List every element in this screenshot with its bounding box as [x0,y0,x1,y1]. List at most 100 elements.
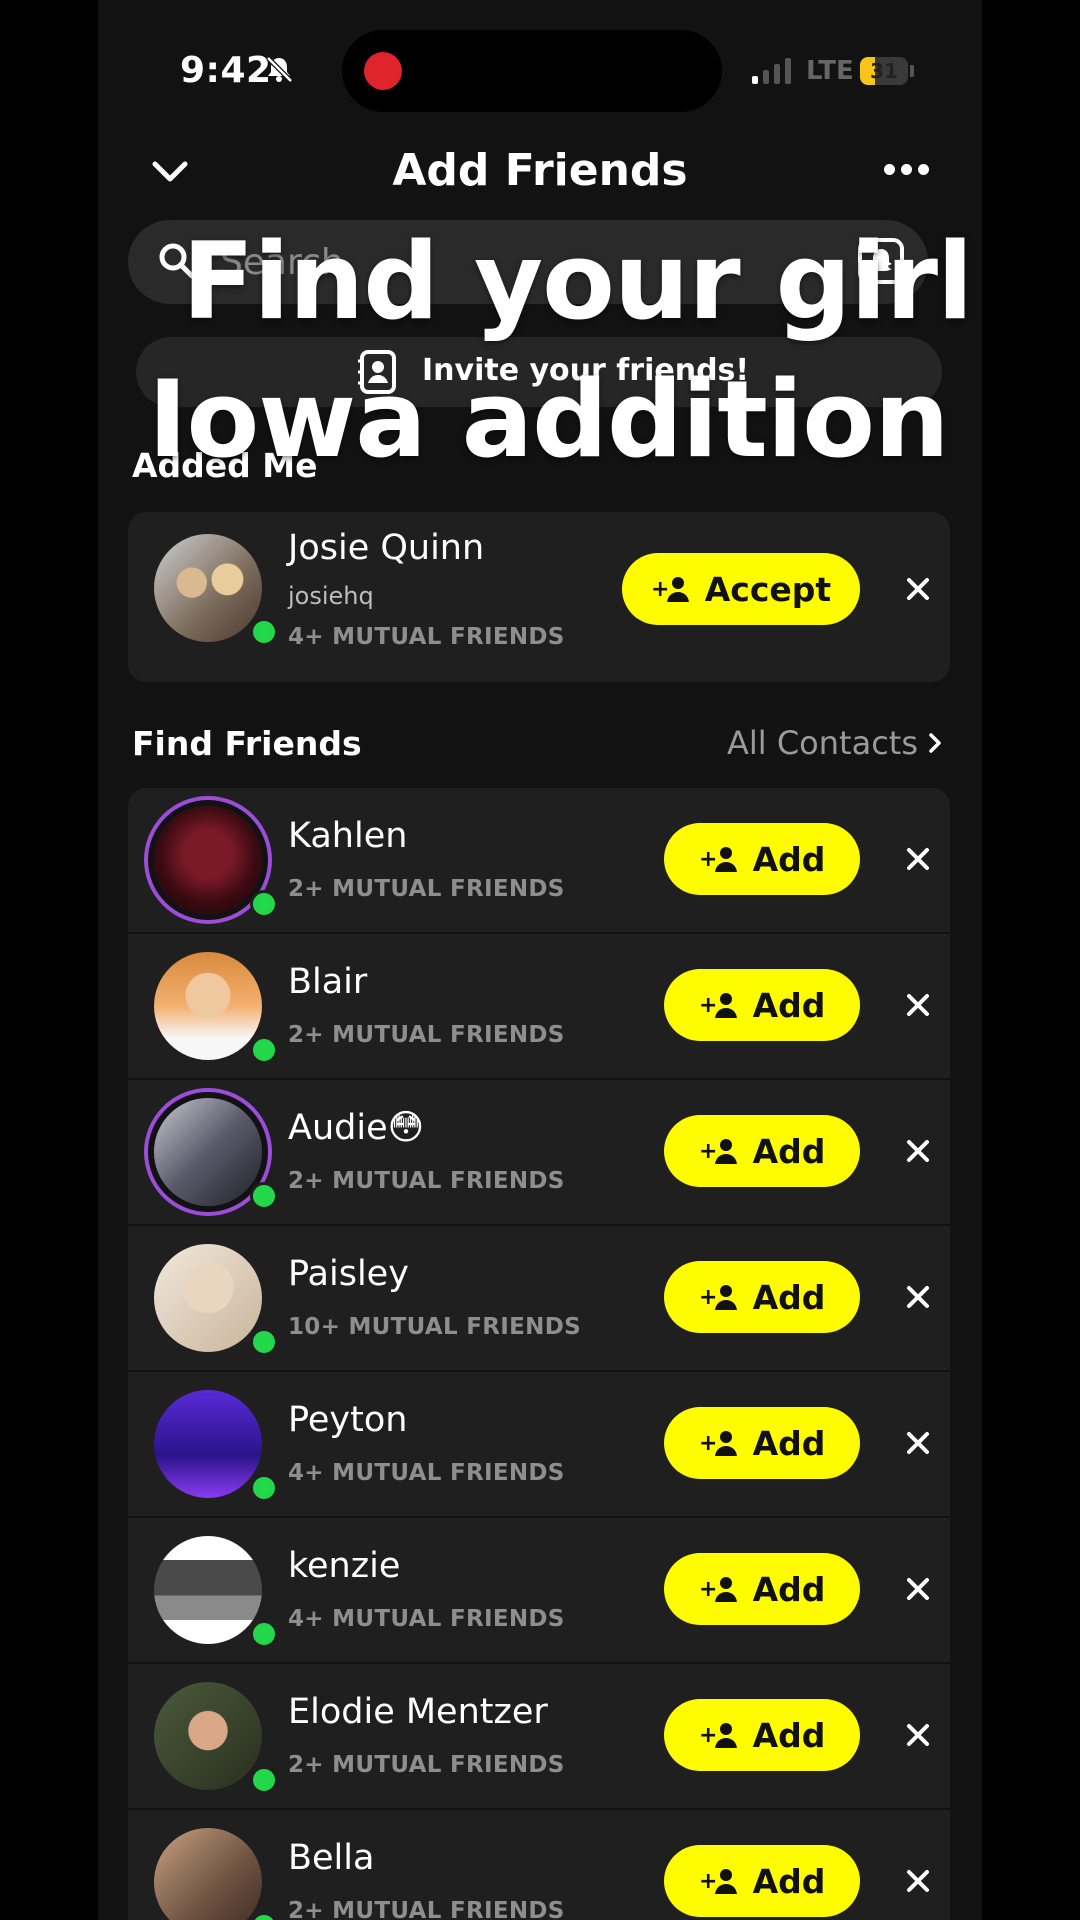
find-friends-heading: Find Friends [132,724,362,763]
close-icon[interactable] [904,1283,932,1311]
close-icon[interactable] [904,991,932,1019]
add-button[interactable]: + Add [664,1699,860,1771]
friend-name: kenzie [288,1546,401,1586]
add-friend-icon: + [699,1869,737,1894]
status-time: 9:42 [180,50,272,91]
friend-name: Blair [288,962,368,1002]
online-status-dot [250,1328,278,1356]
chevron-right-icon [929,733,941,753]
avatar[interactable] [154,1682,278,1794]
avatar[interactable] [154,1244,278,1356]
add-friend-icon: + [651,577,689,602]
svg-text:+: + [699,1431,717,1456]
mutual-friends-count: 4+ MUTUAL FRIENDS [288,624,565,650]
add-friend-icon: + [699,1577,737,1602]
online-status-dot [250,1912,278,1920]
online-status-dot [250,1474,278,1502]
online-status-dot [250,1182,278,1210]
silent-bell-icon [266,56,293,83]
add-friend-icon: + [699,993,737,1018]
find-friends-list: Kahlen 2+ MUTUAL FRIENDS + Add Blair 2+ … [128,788,950,1920]
avatar[interactable] [154,1098,278,1210]
close-icon[interactable] [904,845,932,873]
friend-name: Josie Quinn [288,528,485,568]
avatar-image [154,806,262,914]
close-icon[interactable] [904,1429,932,1457]
online-status-dot [250,618,278,646]
battery-icon: 31 [860,57,908,85]
add-label: Add [752,1131,826,1171]
friend-name: Bella [288,1838,375,1878]
battery-tip [910,65,914,77]
online-status-dot [250,1766,278,1794]
more-options-icon[interactable] [884,164,929,175]
add-label: Add [752,1715,826,1755]
network-type: LTE [806,56,854,86]
mutual-friends-count: 2+ MUTUAL FRIENDS [288,1022,565,1048]
accept-button[interactable]: + Accept [622,553,860,625]
add-label: Add [752,1569,826,1609]
friend-name: Elodie Mentzer [288,1692,548,1732]
accept-label: Accept [704,569,832,609]
list-item[interactable]: Bella 2+ MUTUAL FRIENDS + Add [128,1810,950,1920]
list-item[interactable]: Peyton 4+ MUTUAL FRIENDS + Add [128,1372,950,1518]
avatar[interactable] [154,1828,278,1920]
list-item[interactable]: Blair 2+ MUTUAL FRIENDS + Add [128,934,950,1080]
battery-percent: 31 [870,59,898,83]
add-button[interactable]: + Add [664,1407,860,1479]
close-icon[interactable] [904,1721,932,1749]
mutual-friends-count: 4+ MUTUAL FRIENDS [288,1460,565,1486]
svg-text:+: + [699,1723,717,1748]
friend-username: josiehq [288,582,374,610]
avatar[interactable] [154,806,278,918]
add-button[interactable]: + Add [664,1553,860,1625]
add-button[interactable]: + Add [664,1115,860,1187]
cell-signal-icon [752,56,791,84]
add-label: Add [752,839,826,879]
friend-name: Kahlen [288,816,408,856]
all-contacts-link[interactable]: All Contacts [727,724,942,762]
close-icon[interactable] [904,1137,932,1165]
list-item[interactable]: kenzie 4+ MUTUAL FRIENDS + Add [128,1518,950,1664]
add-friend-icon: + [699,1431,737,1456]
add-friend-icon: + [699,847,737,872]
mutual-friends-count: 4+ MUTUAL FRIENDS [288,1606,565,1632]
mutual-friends-count: 2+ MUTUAL FRIENDS [288,1752,565,1778]
list-item[interactable]: Elodie Mentzer 2+ MUTUAL FRIENDS + Add [128,1664,950,1810]
close-icon[interactable] [904,1867,932,1895]
avatar[interactable] [154,1390,278,1502]
close-icon[interactable] [904,1575,932,1603]
list-item[interactable]: Paisley 10+ MUTUAL FRIENDS + Add [128,1226,950,1372]
add-label: Add [752,1423,826,1463]
svg-text:+: + [699,993,717,1018]
recording-indicator-icon [364,52,402,90]
svg-text:+: + [699,847,717,872]
all-contacts-label: All Contacts [726,724,918,762]
add-friend-icon: + [699,1723,737,1748]
avatar-image [154,1828,262,1920]
avatar[interactable] [154,952,278,1064]
avatar[interactable] [154,1536,278,1648]
svg-text:+: + [651,577,669,602]
list-item[interactable]: Audie😳 2+ MUTUAL FRIENDS + Add [128,1080,950,1226]
add-label: Add [752,1277,826,1317]
avatar-image [154,1536,262,1644]
mutual-friends-count: 2+ MUTUAL FRIENDS [288,1168,565,1194]
svg-text:+: + [699,1869,717,1894]
add-button[interactable]: + Add [664,1845,860,1917]
add-button[interactable]: + Add [664,823,860,895]
add-button[interactable]: + Add [664,969,860,1041]
added-me-card: Josie Quinn josiehq 4+ MUTUAL FRIENDS + … [128,512,950,682]
online-status-dot [250,1036,278,1064]
avatar-image [154,952,262,1060]
page-title: Add Friends [392,145,688,196]
overlay-caption-line1: Find your girl [182,220,973,343]
add-button[interactable]: + Add [664,1261,860,1333]
close-icon[interactable] [904,575,932,603]
avatar-image [154,534,262,642]
svg-text:+: + [699,1285,717,1310]
friend-name: Paisley [288,1254,409,1294]
avatar[interactable] [154,534,278,646]
list-item[interactable]: Kahlen 2+ MUTUAL FRIENDS + Add [128,788,950,934]
friend-name: Audie😳 [288,1108,425,1148]
